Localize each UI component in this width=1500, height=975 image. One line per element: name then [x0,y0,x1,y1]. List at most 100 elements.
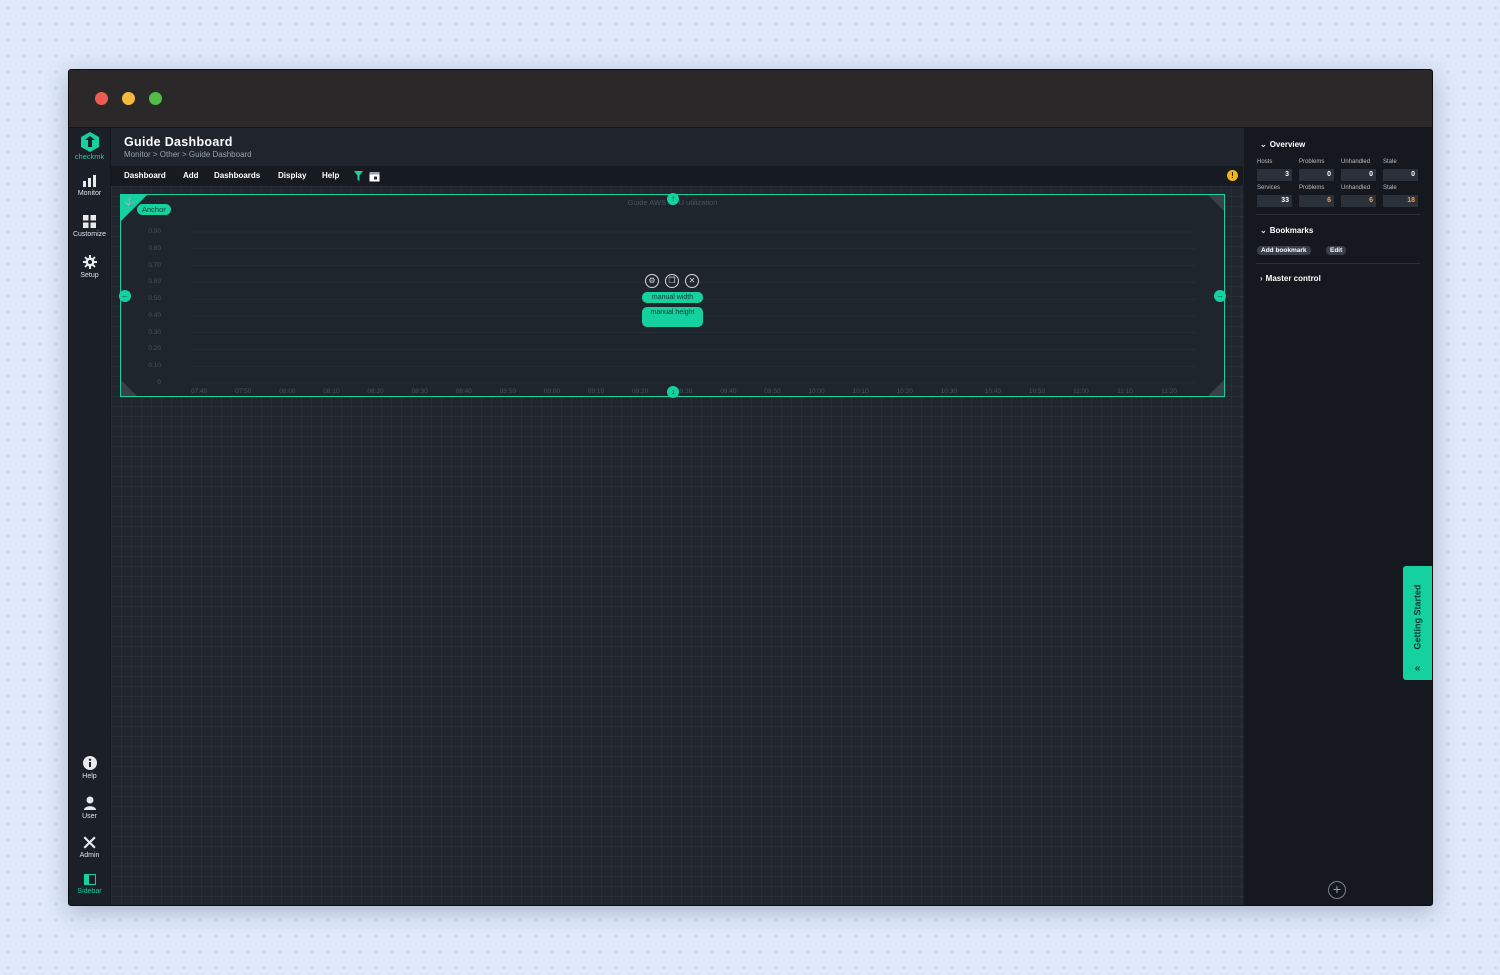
nav-monitor-label: Monitor [77,190,102,197]
filter-icon[interactable] [354,171,363,181]
host-stale-label: Stale [1383,159,1397,165]
bookmarks-snapin-header[interactable]: ⌄ Bookmarks [1260,226,1313,235]
menu-help[interactable]: Help [322,171,339,180]
host-unhandled-label: Unhandled [1341,159,1371,165]
sidebar: ⌄ Overview Hosts Problems Unhandled Stale… [1244,128,1432,905]
grid-icon [83,215,96,228]
manual-width-button[interactable]: manual width [642,292,703,303]
y-axis-tick-label: 0.80 [148,244,161,252]
x-axis-tick-label: 07:40 [191,388,208,395]
master-control-heading: Master control [1265,274,1321,283]
checkmk-logo-icon [80,132,99,152]
nav-user-label: User [82,813,97,820]
window-titlebar [69,70,1432,128]
chevron-down-icon: ⌄ [1260,140,1267,149]
resize-handle-left-icon[interactable]: ← [119,290,131,302]
overview-snapin-header[interactable]: ⌄ Overview [1260,140,1305,149]
dashlet-delete-icon[interactable]: ✕ [685,274,699,288]
resize-handle-top-icon[interactable]: ↑ [667,193,679,205]
menu-dashboard[interactable]: Dashboard [124,171,166,180]
anchor-icon: ⚓ [124,196,136,206]
hosts-problems-value[interactable]: 0 [1299,169,1334,181]
resize-corner-bottom-right[interactable] [1208,380,1224,396]
resize-corner-top-right[interactable] [1208,195,1224,211]
dashlet-controls: ⚙ ❐ ✕ [645,274,705,288]
divider [1256,263,1420,264]
chevron-down-icon: ⌄ [1260,226,1267,235]
x-axis-tick-label: 08:40 [455,388,472,395]
services-stale-value[interactable]: 18 [1383,195,1418,207]
nav-sidebar[interactable]: Sidebar [69,874,110,895]
x-axis-tick-label: 07:50 [235,388,252,395]
y-axis-tick-label: 0.10 [148,362,161,370]
x-axis-tick-label: 09:20 [632,388,649,395]
x-axis-tick-label: 08:50 [499,388,516,395]
nav-help[interactable]: Help [69,756,110,780]
nav-sidebar-label: Sidebar [77,888,102,895]
y-axis-tick-label: 0.90 [148,228,161,235]
warning-icon[interactable]: ! [1227,170,1238,181]
getting-started-label: Getting Started [1412,584,1423,650]
hosts-unhandled-value[interactable]: 0 [1341,169,1376,181]
breadcrumb[interactable]: Monitor > Other > Guide Dashboard [124,150,252,159]
getting-started-tab[interactable]: Getting Started « [1403,566,1432,680]
x-axis-tick-label: 09:50 [764,388,781,395]
info-icon [82,756,97,770]
dashlet-clone-icon[interactable]: ❐ [665,274,679,288]
y-axis-tick-label: 0.30 [148,328,161,336]
hosts-total-value[interactable]: 3 [1257,169,1292,181]
checkmk-logo[interactable]: checkmk [69,131,110,161]
chevrons-left-icon: « [1414,663,1421,674]
x-axis-tick-label: 11:10 [1117,388,1133,395]
main-content: Guide Dashboard Monitor > Other > Guide … [111,128,1243,905]
dashlet-settings-icon[interactable]: ⚙ [645,274,659,288]
calendar-icon[interactable] [369,171,380,182]
nav-user[interactable]: User [69,796,110,820]
x-axis-tick-label: 09:00 [543,388,561,395]
page-title: Guide Dashboard [124,135,233,149]
menu-display[interactable]: Display [278,171,306,180]
nav-admin[interactable]: Admin [69,836,110,859]
hosts-stale-value[interactable]: 0 [1383,169,1418,181]
nav-monitor[interactable]: Monitor [69,175,110,197]
y-axis-tick-label: 0.40 [148,311,161,319]
y-axis-tick-label: 0.50 [148,295,161,303]
maximize-window-button[interactable] [149,92,162,105]
gear-icon [82,255,97,269]
user-icon [83,796,96,810]
logo-text: checkmk [74,152,105,161]
add-snapin-icon[interactable]: + [1328,881,1346,899]
nav-setup-label: Setup [80,272,99,279]
services-unhandled-value[interactable]: 6 [1341,195,1376,207]
tools-icon [83,836,96,849]
resize-corner-bottom-left[interactable] [121,380,137,396]
master-control-snapin-header[interactable]: › Master control [1260,274,1321,283]
nav-setup[interactable]: Setup [69,255,110,279]
page-header: Guide Dashboard Monitor > Other > Guide … [111,128,1243,166]
x-axis-tick-label: 10:40 [984,388,1002,395]
add-bookmark-button[interactable]: Add bookmark [1257,246,1311,255]
app-window: checkmk Monitor Customize Setup Help Use… [68,69,1433,906]
y-axis-tick-label: 0.60 [148,278,161,286]
minimize-window-button[interactable] [122,92,135,105]
services-problems-value[interactable]: 6 [1299,195,1334,207]
nav-customize[interactable]: Customize [69,215,110,238]
x-axis-tick-label: 09:10 [587,388,605,395]
bar-chart-icon [83,175,96,187]
divider [1256,214,1420,215]
resize-handle-bottom-icon[interactable]: ↓ [667,386,679,398]
manual-height-button[interactable]: manual height [642,307,703,327]
x-axis-tick-label: 08:10 [323,388,340,395]
hosts-label: Hosts [1257,159,1273,165]
edit-bookmarks-button[interactable]: Edit [1326,246,1347,255]
anchor-label: Anchor [137,204,171,215]
menu-add[interactable]: Add [183,171,199,180]
dashlet-cpu-utilization[interactable]: Guide AWS CPU utilization 0.900.800.700.… [119,193,1226,398]
nav-customize-label: Customize [72,231,107,238]
menu-dashboards[interactable]: Dashboards [214,171,260,180]
close-window-button[interactable] [95,92,108,105]
x-axis-tick-label: 08:20 [367,388,384,395]
services-label: Services [1257,185,1281,191]
services-total-value[interactable]: 33 [1257,195,1292,207]
resize-handle-right-icon[interactable]: → [1214,290,1226,302]
